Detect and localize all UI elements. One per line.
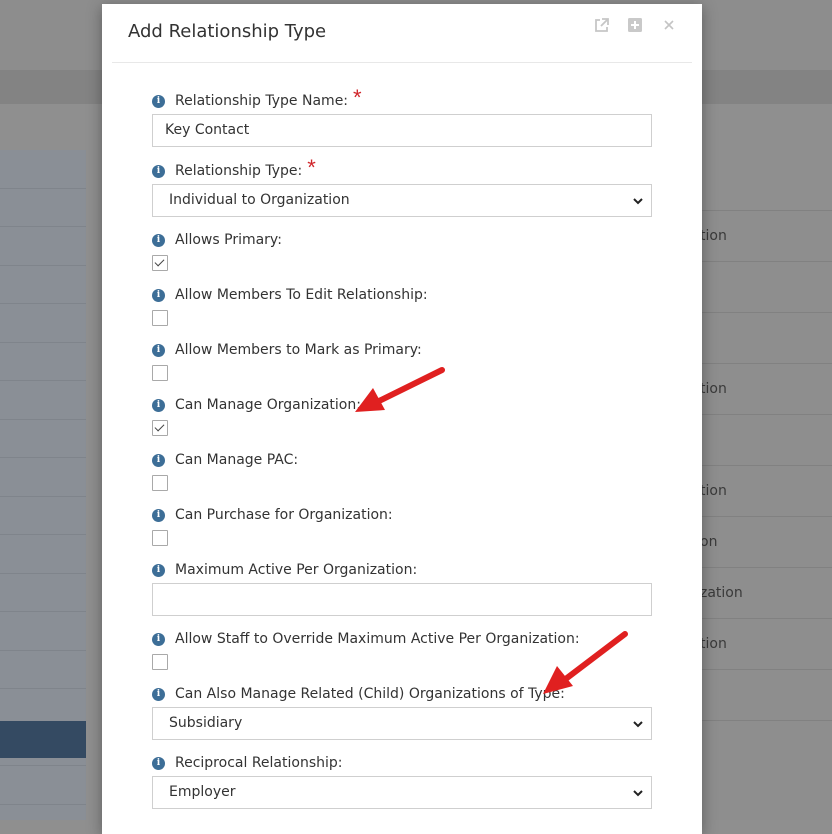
can-manage-organization-field: i Can Manage Organization:: [152, 396, 652, 436]
can-manage-pac-field: i Can Manage PAC:: [152, 451, 652, 491]
required-marker: *: [307, 155, 316, 180]
info-icon[interactable]: i: [152, 398, 165, 412]
field-label: Allow Members to Mark as Primary:: [175, 342, 422, 358]
background-table: tion tion tion on zation tion: [700, 210, 832, 820]
chevron-down-icon: [633, 790, 643, 797]
field-label: Can Manage Organization:: [175, 397, 361, 413]
table-row: tion: [700, 210, 832, 261]
table-row: zation: [700, 567, 832, 618]
table-row: [700, 669, 832, 720]
info-icon[interactable]: i: [152, 687, 165, 701]
info-icon[interactable]: i: [152, 632, 165, 646]
background-sidebar: [0, 150, 86, 820]
info-icon[interactable]: i: [152, 233, 165, 247]
field-label: Can Manage PAC:: [175, 452, 299, 468]
can-purchase-for-organization-checkbox[interactable]: [152, 530, 168, 546]
table-row: tion: [700, 465, 832, 516]
can-manage-organization-checkbox[interactable]: [152, 420, 168, 436]
info-icon[interactable]: i: [152, 756, 165, 770]
field-label: Reciprocal Relationship:: [175, 755, 343, 771]
allow-members-edit-checkbox[interactable]: [152, 310, 168, 326]
allow-staff-override-field: i Allow Staff to Override Maximum Active…: [152, 630, 652, 670]
info-icon[interactable]: i: [152, 94, 165, 108]
can-manage-child-orgs-field: i Can Also Manage Related (Child) Organi…: [152, 685, 652, 740]
field-label: Allow Staff to Override Maximum Active P…: [175, 631, 580, 647]
required-marker: *: [353, 85, 362, 110]
modal-title: Add Relationship Type: [128, 21, 327, 42]
table-row: tion: [700, 363, 832, 414]
relationship-type-select[interactable]: Individual to Organization: [152, 184, 652, 217]
info-icon[interactable]: i: [152, 288, 165, 302]
field-label: Relationship Type Name:: [175, 93, 349, 109]
table-row: [700, 414, 832, 465]
relationship-type-name-field: i Relationship Type Name: * Key Contact: [152, 85, 652, 147]
field-label: Allow Members To Edit Relationship:: [175, 287, 428, 303]
allow-members-mark-primary-checkbox[interactable]: [152, 365, 168, 381]
reciprocal-relationship-select[interactable]: Employer: [152, 776, 652, 809]
allow-members-mark-primary-field: i Allow Members to Mark as Primary:: [152, 341, 652, 381]
child-org-type-select[interactable]: Subsidiary: [152, 707, 652, 740]
reciprocal-relationship-field: i Reciprocal Relationship: Employer: [152, 754, 652, 809]
maximum-active-field: i Maximum Active Per Organization:: [152, 561, 652, 616]
field-label: Can Purchase for Organization:: [175, 507, 393, 523]
info-icon[interactable]: i: [152, 508, 165, 522]
relationship-type-field: i Relationship Type: * Individual to Org…: [152, 155, 652, 217]
field-label: Can Also Manage Related (Child) Organiza…: [175, 686, 565, 702]
table-row: [700, 312, 832, 363]
chevron-down-icon: [633, 198, 643, 205]
background-sidebar-active-item: [0, 721, 86, 758]
close-icon[interactable]: [660, 16, 678, 34]
info-icon[interactable]: i: [152, 343, 165, 357]
info-icon[interactable]: i: [152, 453, 165, 467]
relationship-type-name-input[interactable]: Key Contact: [152, 114, 652, 147]
add-relationship-type-modal: Add Relationship Type i Relationship Typ…: [102, 4, 702, 834]
table-row: [700, 261, 832, 312]
table-row: [700, 720, 832, 771]
modal-header: Add Relationship Type: [112, 4, 692, 63]
external-link-icon[interactable]: [592, 16, 610, 34]
maximum-active-input[interactable]: [152, 583, 652, 616]
expand-icon[interactable]: [626, 16, 644, 34]
chevron-down-icon: [633, 721, 643, 728]
info-icon[interactable]: i: [152, 563, 165, 577]
table-row: tion: [700, 618, 832, 669]
info-icon[interactable]: i: [152, 164, 165, 178]
allows-primary-checkbox[interactable]: [152, 255, 168, 271]
allows-primary-field: i Allows Primary:: [152, 231, 652, 271]
can-manage-pac-checkbox[interactable]: [152, 475, 168, 491]
field-label: Allows Primary:: [175, 232, 282, 248]
table-row: on: [700, 516, 832, 567]
allow-staff-override-checkbox[interactable]: [152, 654, 168, 670]
field-label: Maximum Active Per Organization:: [175, 562, 418, 578]
allow-members-edit-field: i Allow Members To Edit Relationship:: [152, 286, 652, 326]
field-label: Relationship Type:: [175, 163, 303, 179]
can-purchase-for-organization-field: i Can Purchase for Organization:: [152, 506, 652, 546]
